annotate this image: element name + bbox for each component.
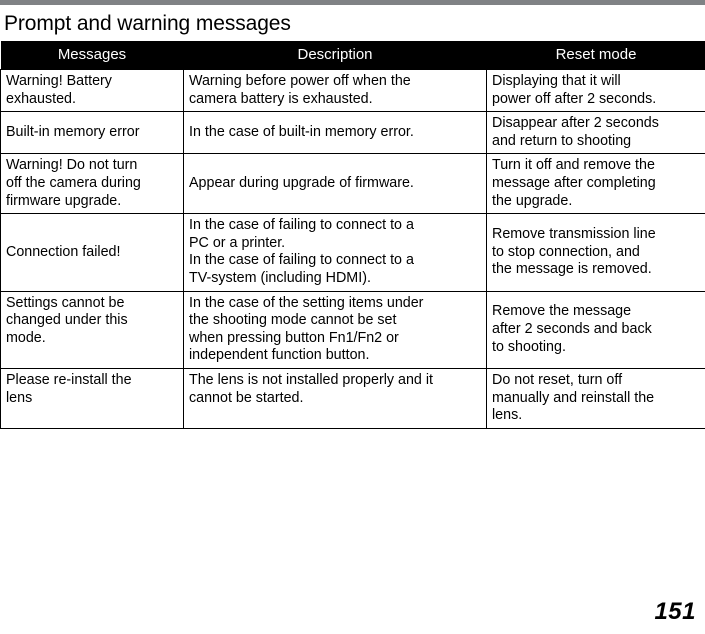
cell-reset-mode: Remove the message after 2 seconds and ba… xyxy=(486,290,705,369)
cell-line: firmware upgrade. xyxy=(6,192,122,209)
cell-message: Settings cannot be changed under this mode… xyxy=(0,290,184,369)
page-title: Prompt and warning messages xyxy=(4,12,291,35)
cell-message: Warning! Do not turn off the camera durin… xyxy=(0,153,184,215)
table-row: Warning! Battery exhausted. Warning before… xyxy=(0,68,705,113)
cell-line: manually and reinstall the xyxy=(492,389,655,406)
cell-message: Connection failed! xyxy=(0,213,184,292)
cell-reset-mode: Do not reset, turn off manually and reins… xyxy=(486,367,705,429)
cell-line: Displaying that it will xyxy=(492,73,621,89)
cell-description: Warning before power off when the camera … xyxy=(183,68,487,113)
cell-reset-mode: Disappear after 2 seconds and return to s… xyxy=(486,111,705,155)
table-row: Settings cannot be changed under this mode… xyxy=(0,290,705,369)
cell-description: In the case of the setting items under th… xyxy=(183,290,487,369)
cell-line: TV-system (including HDMI). xyxy=(189,269,371,286)
cell-line: to stop connection, and xyxy=(492,243,640,260)
cell-message: Built-in memory error xyxy=(0,111,184,155)
table-row: Warning! Do not turn off the camera durin… xyxy=(0,153,705,215)
cell-line: Remove transmission line xyxy=(492,225,656,242)
table-header: Messages Description Reset mode xyxy=(0,41,705,70)
cell-line: mode. xyxy=(6,329,46,346)
cell-line: off the camera during xyxy=(6,174,141,191)
cell-line: In the case of failing to connect to a xyxy=(189,252,414,269)
cell-line: exhausted. xyxy=(6,90,76,107)
cell-message: Warning! Battery exhausted. xyxy=(0,68,184,113)
page-number: 151 xyxy=(654,598,696,625)
cell-message: Please re-install the lens xyxy=(0,367,184,429)
cell-line: the message is removed. xyxy=(492,261,652,278)
cell-line: Please re-install the xyxy=(6,371,132,388)
cell-line: message after completing xyxy=(492,174,656,191)
table-header-row: Messages Description Reset mode xyxy=(0,41,705,70)
cell-line: In the case of the setting items under xyxy=(189,294,424,311)
cell-reset-mode: Turn it off and remove the message after … xyxy=(486,153,705,215)
prompt-warning-messages-table: Messages Description Reset mode Warning!… xyxy=(0,41,705,429)
table-row: Please re-install the lens The lens is not… xyxy=(0,367,705,429)
cell-line: after 2 seconds and back xyxy=(492,320,652,337)
cell-line: In the case of failing to connect to a xyxy=(189,217,414,234)
cell-line: when pressing button Fn1/Fn2 or xyxy=(189,329,399,346)
cell-line: Warning! Do not turn xyxy=(6,157,138,174)
cell-line: cannot be started. xyxy=(189,389,304,406)
cell-line: to shooting. xyxy=(492,338,566,355)
cell-description: In the case of failing to connect to a PC… xyxy=(183,213,487,292)
cell-description: In the case of built-in memory error. xyxy=(183,111,487,155)
cell-line: Do not reset, turn off xyxy=(492,371,623,388)
cell-line: Settings cannot be xyxy=(6,294,125,311)
column-header-reset-mode: Reset mode xyxy=(486,41,705,70)
cell-line: independent function button. xyxy=(189,347,370,364)
cell-line: Turn it off and remove the xyxy=(492,157,655,174)
cell-line: Disappear after 2 seconds xyxy=(492,115,659,132)
table-row: Built-in memory error In the case of buil… xyxy=(0,111,705,155)
cell-line: Warning! Battery xyxy=(6,73,112,89)
cell-line: Built-in memory error xyxy=(6,123,140,140)
cell-line: power off after 2 seconds. xyxy=(492,90,657,107)
cell-line: the shooting mode cannot be set xyxy=(189,312,397,329)
cell-line: lens xyxy=(6,389,33,406)
cell-reset-mode: Displaying that it will power off after 2… xyxy=(486,68,705,113)
cell-line: and return to shooting xyxy=(492,132,632,149)
cell-description: Appear during upgrade of firmware. xyxy=(183,153,487,215)
cell-line: PC or a printer. xyxy=(189,234,286,251)
page-body: Prompt and warning messages Messages Des… xyxy=(0,5,705,429)
table-body: Warning! Battery exhausted. Warning before… xyxy=(0,68,705,429)
cell-line: In the case of built-in memory error. xyxy=(189,123,414,140)
cell-line: Warning before power off when the xyxy=(189,73,411,89)
cell-description: The lens is not installed properly and i… xyxy=(183,367,487,429)
table-row: Connection failed! In the case of failing… xyxy=(0,213,705,292)
cell-line: lens. xyxy=(492,407,523,424)
cell-line: Appear during upgrade of firmware. xyxy=(189,174,414,191)
column-header-messages: Messages xyxy=(0,41,184,70)
column-header-description: Description xyxy=(183,41,487,70)
cell-line: changed under this xyxy=(6,312,128,329)
cell-line: the upgrade. xyxy=(492,192,573,209)
cell-line: Connection failed! xyxy=(6,243,121,260)
cell-line: camera battery is exhausted. xyxy=(189,90,373,107)
cell-line: The lens is not installed properly and i… xyxy=(189,371,433,388)
cell-line: Remove the message xyxy=(492,303,632,320)
cell-reset-mode: Remove transmission line to stop connecti… xyxy=(486,213,705,292)
